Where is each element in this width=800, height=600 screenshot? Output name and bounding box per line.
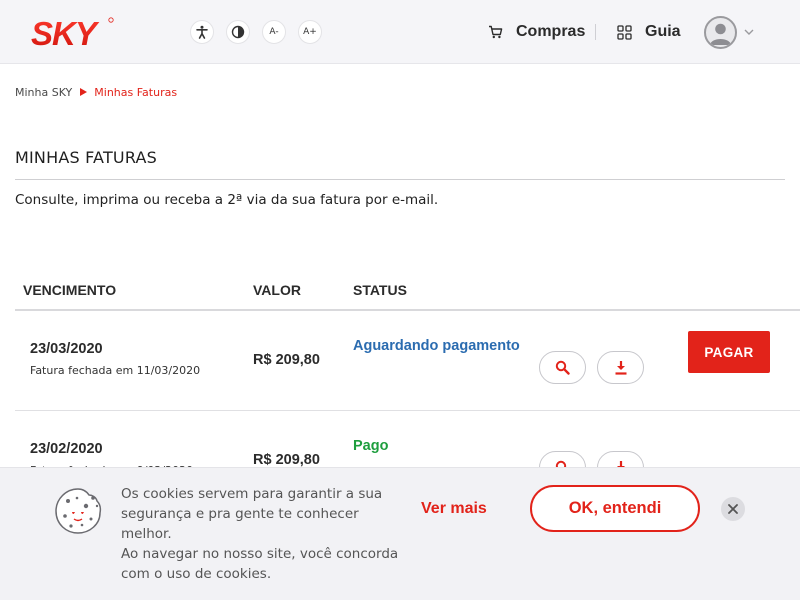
status-label: Aguardando pagamento: [353, 338, 520, 354]
breadcrumb-root[interactable]: Minha SKY: [15, 86, 72, 99]
grid-icon: [615, 23, 633, 41]
breadcrumb-arrow-icon: [80, 88, 88, 96]
cookie-text-2: Ao navegar no nosso site, você concorda …: [121, 546, 399, 582]
header-vencimento: VENCIMENTO: [23, 282, 117, 298]
pay-button[interactable]: PAGAR: [688, 331, 770, 373]
cookie-message: Os cookies servem para garantir a sua se…: [121, 484, 401, 584]
close-icon: [728, 504, 738, 514]
increase-font-button[interactable]: A+: [298, 20, 322, 44]
header-divider: [595, 24, 596, 40]
guia-label: Guia: [645, 23, 681, 40]
accessibility-icon[interactable]: [190, 20, 214, 44]
cookie-text-1: Os cookies servem para garantir a sua se…: [121, 486, 383, 542]
svg-text:SKY: SKY: [31, 15, 100, 50]
sky-logo[interactable]: SKY: [30, 14, 116, 50]
cookie-icon: [55, 488, 102, 534]
status-label: Pago: [353, 438, 389, 454]
compras-link[interactable]: Compras: [486, 20, 585, 44]
header-valor: VALOR: [253, 282, 301, 298]
breadcrumb: Minha SKY Minhas Faturas: [15, 85, 177, 99]
header-status: STATUS: [353, 282, 407, 298]
due-date: 23/03/2020: [30, 341, 103, 357]
guia-link[interactable]: Guia: [615, 20, 681, 44]
site-header: SKY A- A+ Compras Guia: [0, 0, 800, 64]
view-invoice-button[interactable]: [539, 351, 586, 384]
row-divider: [15, 410, 800, 411]
due-date: 23/02/2020: [30, 441, 103, 457]
closed-note: Fatura fechada em 11/03/2020: [30, 364, 201, 377]
accept-cookies-button[interactable]: OK, entendi: [530, 485, 700, 532]
cookie-banner: Os cookies servem para garantir a sua se…: [0, 467, 800, 600]
table-header-divider: [15, 309, 800, 311]
invoice-value: R$ 209,80: [253, 452, 320, 468]
page-subtitle: Consulte, imprima ou receba a 2ª via da …: [15, 192, 439, 208]
user-avatar-icon[interactable]: [704, 16, 737, 49]
contrast-icon[interactable]: [226, 20, 250, 44]
ver-mais-link[interactable]: Ver mais: [421, 500, 487, 518]
invoice-value: R$ 209,80: [253, 352, 320, 368]
chevron-down-icon[interactable]: [743, 26, 755, 38]
download-icon: [615, 361, 626, 375]
download-invoice-button[interactable]: [597, 351, 644, 384]
close-banner-button[interactable]: [721, 497, 745, 521]
search-icon: [555, 360, 570, 375]
cart-icon: [486, 23, 504, 41]
decrease-font-button[interactable]: A-: [262, 20, 286, 44]
breadcrumb-current: Minhas Faturas: [94, 85, 178, 99]
page-title: MINHAS FATURAS: [15, 148, 158, 167]
title-divider: [15, 179, 785, 180]
compras-label: Compras: [516, 23, 586, 40]
